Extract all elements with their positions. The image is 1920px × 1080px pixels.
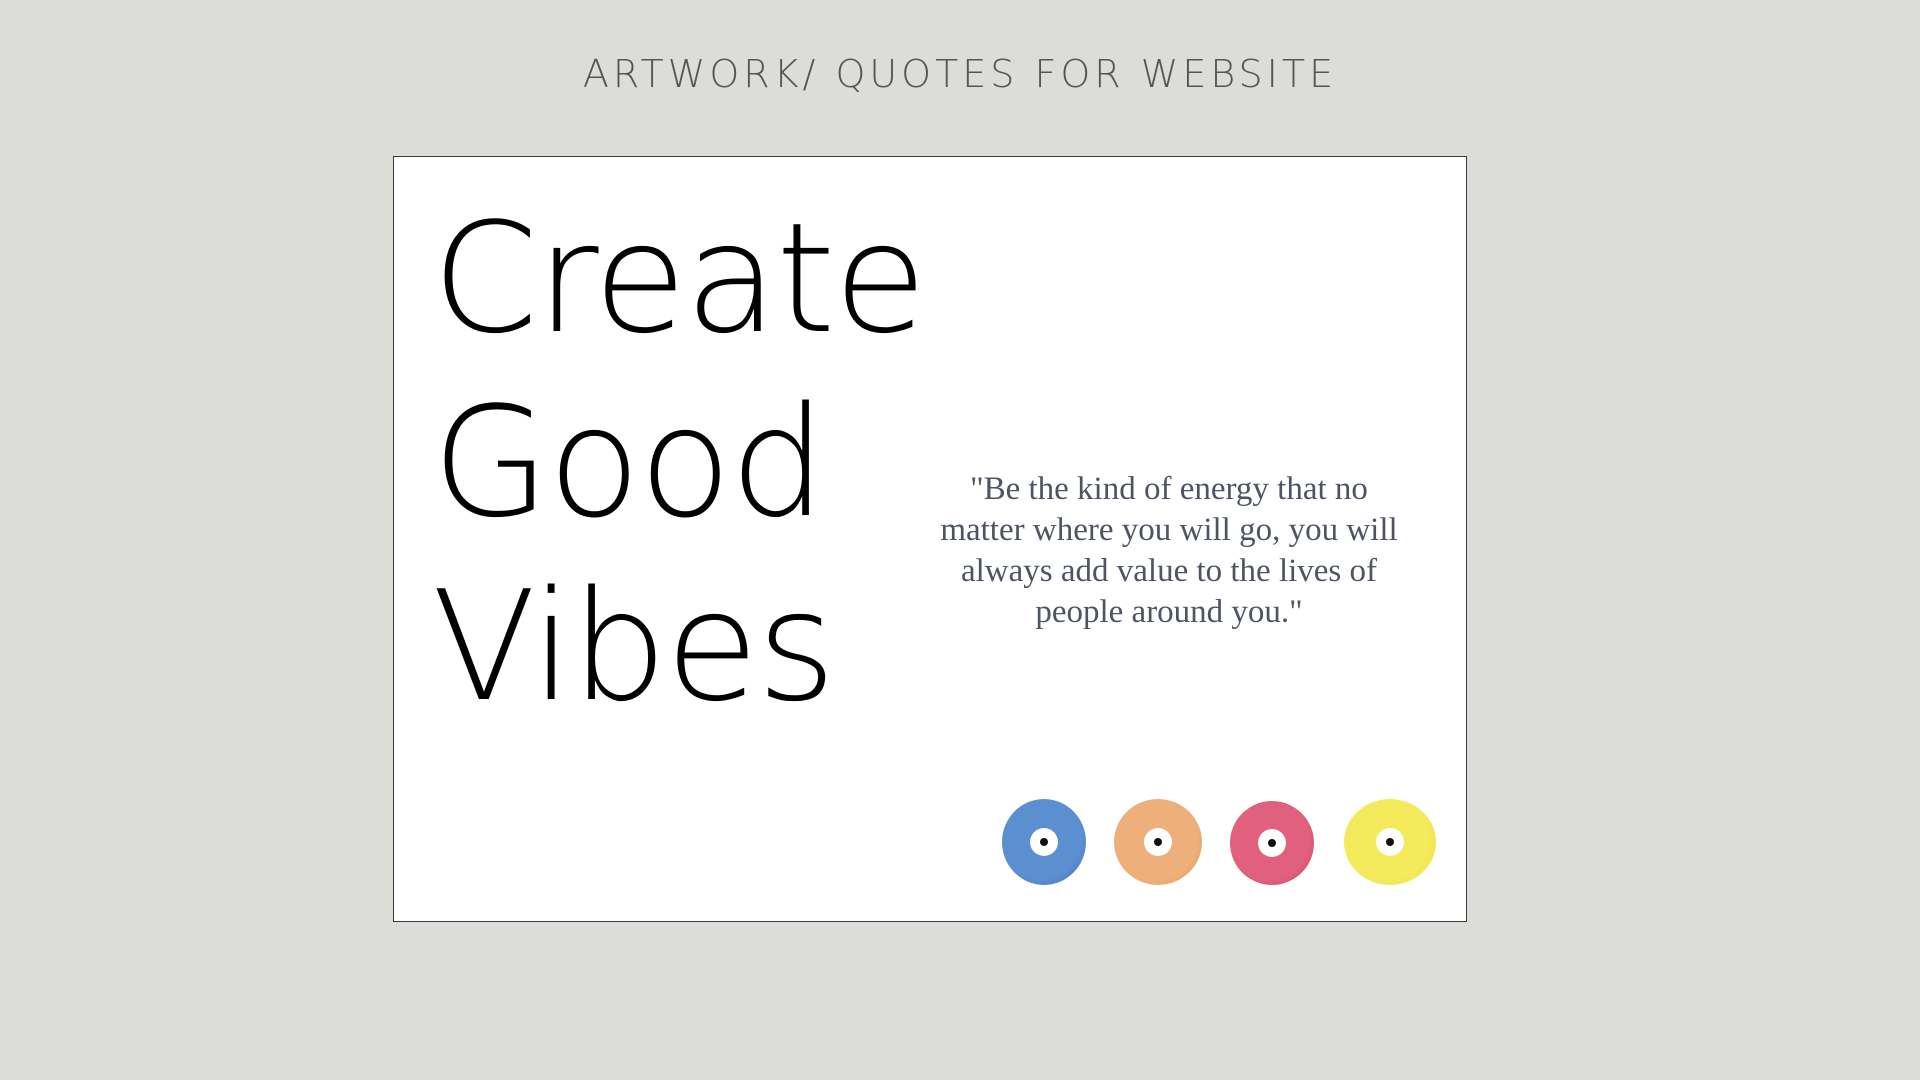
quote-text: "Be the kind of energy that no matter wh… [940, 471, 1398, 630]
eye-pupil [1268, 839, 1276, 847]
eye-white [1144, 828, 1172, 856]
blue-eye-dot-icon [1002, 799, 1086, 885]
slide: ARTWORK/ QUOTES FOR WEBSITE Create Good … [0, 0, 1920, 1080]
headline-line-good: Good [432, 374, 826, 551]
eye-pupil [1386, 838, 1394, 846]
orange-eye-dot-icon [1114, 799, 1202, 885]
page-title: ARTWORK/ QUOTES FOR WEBSITE [582, 52, 1338, 96]
eye-pupil [1154, 838, 1162, 846]
eye-white [1258, 829, 1286, 857]
headline: Create Good Vibes [432, 187, 992, 739]
artwork-card: Create Good Vibes "Be the kind of energy… [393, 156, 1467, 922]
headline-line-create: Create [432, 190, 927, 367]
yellow-eye-dot-icon [1344, 799, 1436, 885]
eye-pupil [1040, 838, 1048, 846]
eye-white [1376, 828, 1404, 856]
eye-white [1030, 828, 1058, 856]
pink-eye-dot-icon [1230, 801, 1314, 885]
headline-line-vibes: Vibes [432, 558, 836, 735]
